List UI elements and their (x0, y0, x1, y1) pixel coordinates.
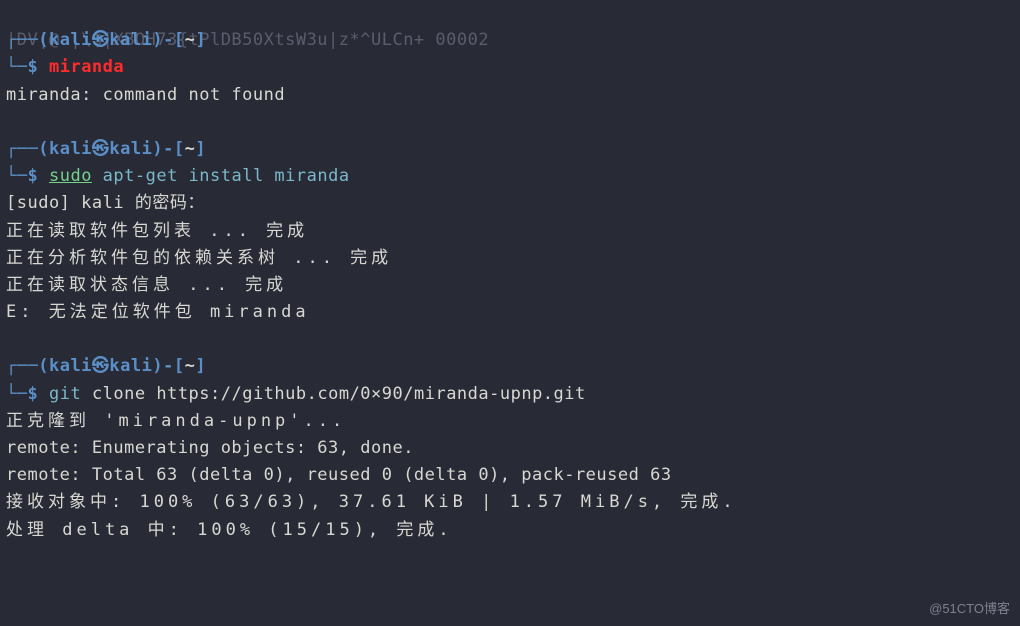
output-reading-packages: 正在读取软件包列表 ... 完成 (6, 218, 1014, 245)
prompt-top-1: ┌──(kali㉿kali)-[~] (6, 27, 1014, 54)
command-git-args: clone https://github.com/0×90/miranda-up… (81, 384, 586, 404)
watermark: @51CTO博客 (929, 599, 1010, 620)
command-miranda: miranda (49, 57, 124, 77)
output-not-found: miranda: command not found (6, 82, 1014, 109)
output-receiving: 接收对象中: 100% (63/63), 37.61 KiB | 1.57 Mi… (6, 489, 1014, 516)
output-enumerating: remote: Enumerating objects: 63, done. (6, 435, 1014, 462)
output-sudo-pw: [sudo] kali 的密码： (6, 190, 1014, 217)
prompt-bottom-1: └─$ miranda (6, 54, 1014, 81)
output-cloning-into: 正克隆到 'miranda-upnp'... (6, 408, 1014, 435)
output-resolving: 处理 delta 中: 100% (15/15), 完成. (6, 517, 1014, 544)
prompt-bottom-2: └─$ sudo apt-get install miranda (6, 163, 1014, 190)
prompt-top-3: ┌──(kali㉿kali)-[~] (6, 353, 1014, 380)
output-dependency-tree: 正在分析软件包的依赖关系树 ... 完成 (6, 245, 1014, 272)
background-garbage-1 (6, 0, 1014, 27)
command-git: git (49, 384, 81, 404)
prompt-bottom-3: └─$ git clone https://github.com/0×90/mi… (6, 381, 1014, 408)
prompt-top-2: ┌──(kali㉿kali)-[~] (6, 136, 1014, 163)
command-sudo: sudo (49, 166, 92, 186)
output-reading-state: 正在读取状态信息 ... 完成 (6, 272, 1014, 299)
terminal[interactable]: |DV|@ |\$|XBOH73{tPlDB50XtsW3u|z*^ULCn+ … (0, 0, 1020, 544)
output-unable-locate: E: 无法定位软件包 miranda (6, 299, 1014, 326)
output-total: remote: Total 63 (delta 0), reused 0 (de… (6, 462, 1014, 489)
command-apt-get: apt-get install miranda (92, 166, 350, 186)
